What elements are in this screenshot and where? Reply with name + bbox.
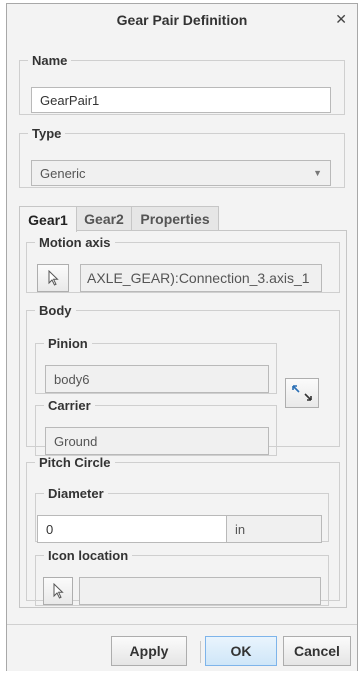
diameter-unit: in	[226, 515, 322, 543]
apply-button[interactable]: Apply	[111, 636, 187, 666]
pinion-field[interactable]: body6	[45, 365, 269, 393]
carrier-group: Carrier Ground	[35, 398, 277, 456]
arrow-cursor-icon	[48, 270, 59, 286]
type-select[interactable]: Generic ▼	[31, 160, 331, 186]
carrier-field[interactable]: Ground	[45, 427, 269, 455]
close-icon[interactable]: ✕	[335, 11, 347, 28]
tab-gear1[interactable]: Gear1	[19, 206, 77, 232]
name-group: Name GearPair1	[19, 53, 345, 115]
motion-axis-field[interactable]: AXLE_GEAR):Connection_3.axis_1	[80, 264, 322, 292]
arrow-cursor-icon	[53, 583, 64, 599]
cancel-button[interactable]: Cancel	[283, 636, 351, 666]
pitch-circle-group: Pitch Circle Diameter 0 in Icon location	[26, 455, 340, 606]
diameter-field[interactable]: 0	[37, 515, 227, 543]
icon-location-legend: Icon location	[48, 548, 129, 563]
diameter-group: Diameter 0 in	[35, 486, 329, 543]
gear-pair-dialog: Gear Pair Definition ✕ Name GearPair1 Ty…	[6, 3, 358, 671]
diameter-legend: Diameter	[48, 486, 104, 501]
motion-axis-select-button[interactable]	[37, 264, 69, 292]
title-bar: Gear Pair Definition ✕	[7, 4, 357, 34]
body-group: Body Pinion body6 Carrier Ground	[26, 303, 340, 456]
ok-button[interactable]: OK	[205, 636, 277, 666]
name-legend: Name	[32, 53, 68, 68]
pitch-circle-legend: Pitch Circle	[39, 455, 111, 470]
pinion-group: Pinion body6	[35, 336, 277, 394]
icon-location-group: Icon location	[35, 548, 329, 606]
motion-axis-group: Motion axis AXLE_GEAR):Connection_3.axis…	[26, 235, 340, 293]
gear1-panel: Motion axis AXLE_GEAR):Connection_3.axis…	[19, 230, 347, 608]
carrier-legend: Carrier	[48, 398, 91, 413]
type-group: Type Generic ▼	[19, 126, 345, 188]
icon-location-field[interactable]	[79, 577, 321, 605]
footer-divider	[200, 641, 201, 663]
dialog-footer: Apply OK Cancel	[7, 624, 357, 671]
swap-bodies-button[interactable]	[285, 378, 319, 408]
type-selected-value: Generic	[40, 165, 86, 181]
body-legend: Body	[39, 303, 72, 318]
dialog-title: Gear Pair Definition	[116, 12, 248, 28]
tab-gear2[interactable]: Gear2	[76, 206, 132, 230]
swap-diagonal-icon	[292, 385, 312, 401]
pinion-legend: Pinion	[48, 336, 88, 351]
tab-properties[interactable]: Properties	[131, 206, 219, 230]
type-legend: Type	[32, 126, 62, 141]
icon-location-select-button[interactable]	[43, 577, 73, 605]
name-field[interactable]: GearPair1	[31, 87, 331, 113]
motion-axis-legend: Motion axis	[39, 235, 111, 250]
chevron-down-icon: ▼	[313, 168, 322, 178]
